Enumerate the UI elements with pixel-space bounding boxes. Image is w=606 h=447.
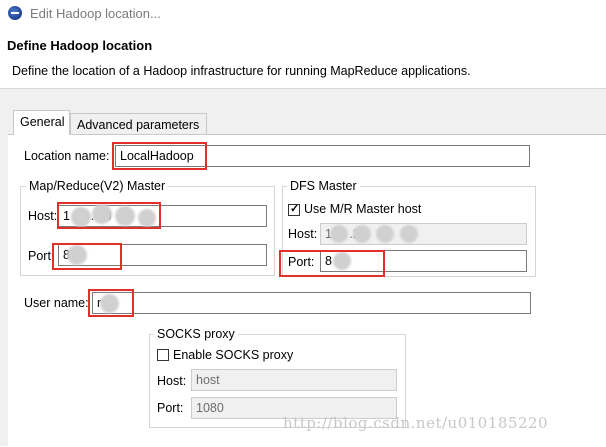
redaction-blur <box>400 225 418 243</box>
mr-port-label: Port: <box>28 249 55 263</box>
use-mr-host-checkbox[interactable] <box>288 202 300 216</box>
socks-proxy-group-label: SOCKS proxy <box>154 327 238 341</box>
redaction-blur <box>330 225 348 243</box>
window-title: Edit Hadoop location... <box>30 6 161 21</box>
watermark-text: http://blog.csdn.net/u010185220 <box>283 414 549 432</box>
enable-socks-label: Enable SOCKS proxy <box>173 348 294 362</box>
socks-host-field[interactable]: host <box>191 369 397 391</box>
user-name-field[interactable]: r <box>92 292 531 314</box>
enable-socks-checkbox[interactable] <box>157 349 169 361</box>
redaction-blur <box>376 225 394 243</box>
mr-host-label: Host: <box>28 209 58 223</box>
socks-port-label: Port: <box>157 401 184 415</box>
highlight-box <box>57 202 161 229</box>
use-mr-host-label: Use M/R Master host <box>304 202 422 216</box>
redaction-blur <box>353 225 371 243</box>
user-name-label: User name: <box>24 296 89 310</box>
socks-host-label: Host: <box>157 374 187 388</box>
dfs-master-group-label: DFS Master <box>287 179 360 193</box>
eclipse-app-icon <box>8 6 22 20</box>
dfs-host-label: Host: <box>288 227 318 241</box>
highlight-box <box>88 289 134 317</box>
page-title: Define Hadoop location <box>7 38 153 53</box>
tab-advanced-parameters[interactable]: Advanced parameters <box>70 113 207 135</box>
tab-general[interactable]: General <box>13 110 70 135</box>
location-name-label: Location name: <box>24 149 110 163</box>
wizard-header <box>0 26 606 89</box>
page-description: Define the location of a Hadoop infrastr… <box>12 64 471 78</box>
dfs-host-field[interactable]: 1 . . .2 <box>320 223 527 245</box>
highlight-box <box>279 250 385 277</box>
mapreduce-master-group-label: Map/Reduce(V2) Master <box>26 179 169 193</box>
highlight-box <box>112 142 207 170</box>
highlight-box <box>52 243 122 270</box>
